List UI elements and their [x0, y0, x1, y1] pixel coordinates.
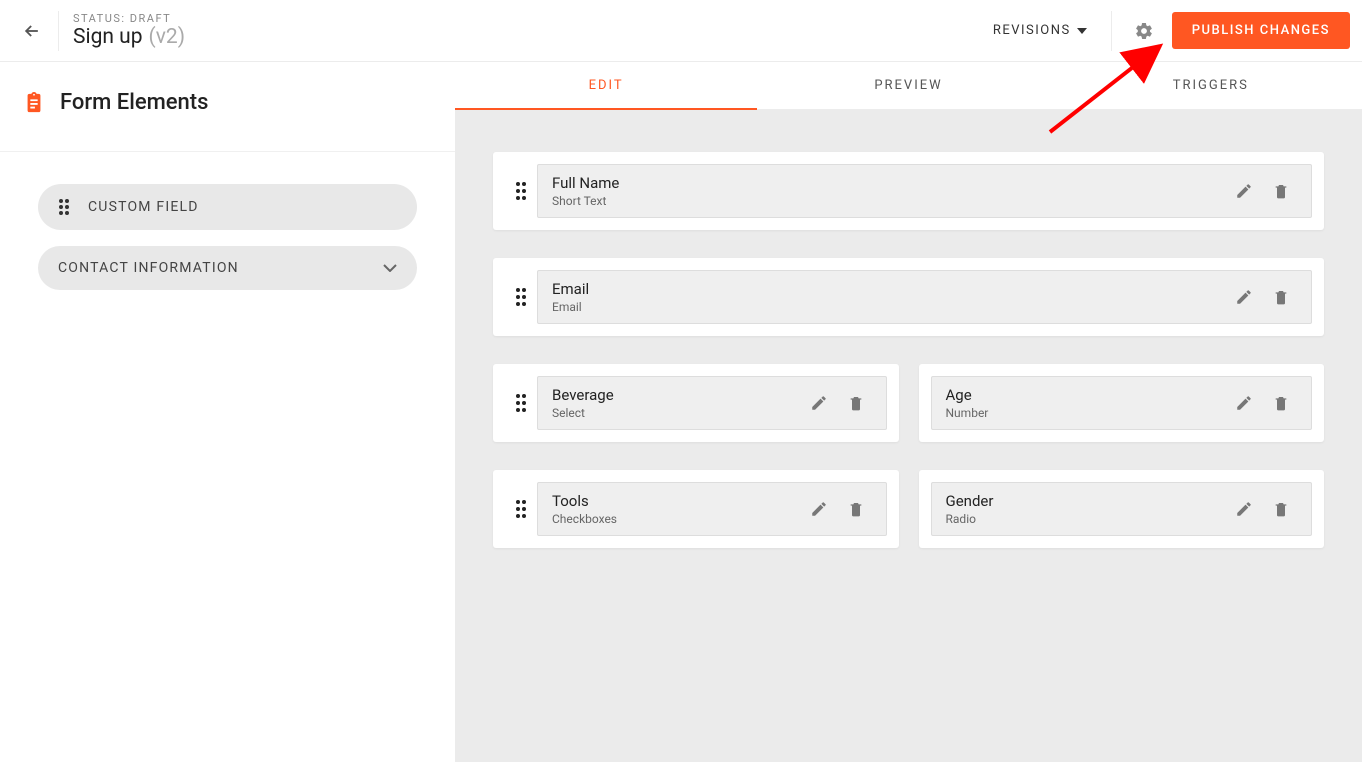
field-box[interactable]: Age Number [931, 376, 1313, 430]
caret-down-icon [1077, 28, 1087, 34]
gear-icon [1134, 21, 1154, 41]
pencil-icon [1235, 394, 1253, 412]
clipboard-icon [22, 91, 46, 115]
form-card: Full Name Short Text [493, 152, 1324, 230]
field-box[interactable]: Email Email [537, 270, 1312, 324]
field-title: Email [552, 280, 1235, 298]
publish-button[interactable]: PUBLISH CHANGES [1172, 12, 1350, 49]
trash-icon [1273, 500, 1289, 518]
back-button[interactable] [12, 11, 52, 51]
sidebar-item-label: CONTACT INFORMATION [58, 260, 239, 276]
delete-field-button[interactable] [1273, 500, 1289, 518]
settings-button[interactable] [1124, 11, 1164, 51]
drag-icon [515, 499, 527, 519]
status-label: STATUS: DRAFT [73, 12, 185, 25]
drag-icon [515, 393, 527, 413]
field-type: Radio [946, 512, 1236, 526]
tab-edit[interactable]: EDIT [455, 62, 757, 109]
trash-icon [848, 500, 864, 518]
sidebar: Form Elements CUSTOM FIELD CONTACT INFOR… [0, 62, 455, 762]
pencil-icon [810, 394, 828, 412]
edit-field-button[interactable] [810, 394, 828, 412]
field-title: Gender [946, 492, 1236, 510]
form-version: (v2) [149, 25, 185, 49]
drag-icon [515, 287, 527, 307]
edit-field-button[interactable] [1235, 182, 1253, 200]
title-block: STATUS: DRAFT Sign up (v2) [73, 12, 185, 49]
tab-triggers[interactable]: TRIGGERS [1060, 62, 1362, 109]
form-row: Beverage Select Age Number [493, 364, 1324, 442]
edit-field-button[interactable] [1235, 288, 1253, 306]
chevron-down-icon [383, 264, 397, 272]
sidebar-item-custom-field[interactable]: CUSTOM FIELD [38, 184, 417, 230]
topbar-right: REVISIONS PUBLISH CHANGES [981, 11, 1350, 51]
trash-icon [1273, 182, 1289, 200]
delete-field-button[interactable] [1273, 394, 1289, 412]
sidebar-body: CUSTOM FIELD CONTACT INFORMATION [0, 152, 455, 338]
drag-handle[interactable] [505, 393, 537, 413]
delete-field-button[interactable] [848, 500, 864, 518]
delete-field-button[interactable] [848, 394, 864, 412]
delete-field-button[interactable] [1273, 182, 1289, 200]
pencil-icon [1235, 288, 1253, 306]
tab-preview[interactable]: PREVIEW [757, 62, 1059, 109]
sidebar-item-contact-info[interactable]: CONTACT INFORMATION [38, 246, 417, 290]
field-box[interactable]: Gender Radio [931, 482, 1313, 536]
main: Form Elements CUSTOM FIELD CONTACT INFOR… [0, 62, 1362, 762]
form-name: Sign up [73, 25, 143, 49]
field-title: Tools [552, 492, 810, 510]
drag-handle[interactable] [505, 287, 537, 307]
revisions-dropdown[interactable]: REVISIONS [981, 15, 1099, 46]
topbar: STATUS: DRAFT Sign up (v2) REVISIONS PUB… [0, 0, 1362, 62]
field-type: Checkboxes [552, 512, 810, 526]
pencil-icon [1235, 500, 1253, 518]
form-card: Tools Checkboxes [493, 470, 899, 548]
form-row: Full Name Short Text [493, 152, 1324, 230]
trash-icon [1273, 394, 1289, 412]
field-box[interactable]: Beverage Select [537, 376, 887, 430]
canvas: Full Name Short Text [455, 110, 1362, 762]
tabs: EDIT PREVIEW TRIGGERS [455, 62, 1362, 110]
sidebar-item-label: CUSTOM FIELD [88, 199, 199, 215]
form-card: Age Number [919, 364, 1325, 442]
pencil-icon [1235, 182, 1253, 200]
field-box[interactable]: Tools Checkboxes [537, 482, 887, 536]
drag-icon [58, 198, 70, 216]
sidebar-header: Form Elements [0, 90, 455, 152]
edit-field-button[interactable] [1235, 394, 1253, 412]
field-type: Number [946, 406, 1236, 420]
drag-handle[interactable] [505, 499, 537, 519]
form-card: Email Email [493, 258, 1324, 336]
content: EDIT PREVIEW TRIGGERS Full Name Short Te… [455, 62, 1362, 762]
field-title: Age [946, 386, 1236, 404]
field-box[interactable]: Full Name Short Text [537, 164, 1312, 218]
form-row: Tools Checkboxes Gender Radio [493, 470, 1324, 548]
field-title: Full Name [552, 174, 1235, 192]
form-card: Beverage Select [493, 364, 899, 442]
edit-field-button[interactable] [810, 500, 828, 518]
edit-field-button[interactable] [1235, 500, 1253, 518]
arrow-left-icon [22, 21, 42, 41]
drag-handle[interactable] [505, 181, 537, 201]
sidebar-title: Form Elements [60, 90, 208, 115]
drag-icon [515, 181, 527, 201]
trash-icon [848, 394, 864, 412]
form-row: Email Email [493, 258, 1324, 336]
pencil-icon [810, 500, 828, 518]
field-type: Email [552, 300, 1235, 314]
separator [58, 11, 59, 51]
field-title: Beverage [552, 386, 810, 404]
field-type: Short Text [552, 194, 1235, 208]
separator [1111, 11, 1112, 51]
trash-icon [1273, 288, 1289, 306]
delete-field-button[interactable] [1273, 288, 1289, 306]
revisions-label: REVISIONS [993, 23, 1071, 38]
form-card: Gender Radio [919, 470, 1325, 548]
field-type: Select [552, 406, 810, 420]
